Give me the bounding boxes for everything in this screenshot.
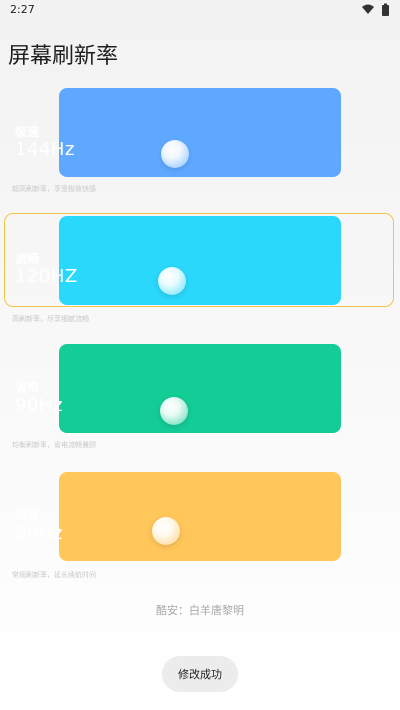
mode-toggle-knob[interactable] — [160, 397, 188, 425]
credit-text: 酷安：白羊唐黎明 — [156, 604, 244, 617]
mode-description: 超高刷新率，享受极致快感 — [12, 185, 96, 193]
mode-name: 流畅 — [15, 252, 40, 266]
battery-icon — [382, 3, 389, 16]
toast-message: 修改成功 — [162, 656, 238, 692]
mode-card-60hz[interactable] — [59, 472, 341, 561]
mode-card-144hz[interactable] — [59, 88, 341, 177]
status-bar: 2:27 — [0, 0, 400, 20]
mode-toggle-knob[interactable] — [158, 267, 186, 295]
mode-rate: 90Hz — [15, 395, 63, 416]
mode-name: 极速 — [15, 125, 40, 139]
mode-description: 常规刷新率，延长续航时间 — [12, 571, 96, 579]
mode-name: 标准 — [15, 508, 40, 522]
wifi-icon — [362, 4, 374, 14]
mode-rate: 60Hz — [15, 523, 63, 544]
mode-toggle-knob[interactable] — [161, 140, 189, 168]
mode-description: 均衡刷新率，省电流畅兼顾 — [12, 441, 96, 449]
toast-text: 修改成功 — [178, 668, 222, 681]
page-title: 屏幕刷新率 — [8, 44, 119, 69]
status-icons — [360, 3, 392, 17]
mode-rate: 144Hz — [15, 139, 75, 160]
status-time: 2:27 — [10, 3, 35, 16]
mode-description: 高刷新率，尽享细腻流畅 — [12, 315, 89, 323]
mode-card-120hz[interactable] — [59, 216, 341, 305]
mode-rate: 120HZ — [15, 266, 78, 287]
mode-card-90hz[interactable] — [59, 344, 341, 433]
mode-toggle-knob[interactable] — [152, 517, 180, 545]
mode-name: 省电 — [15, 380, 40, 394]
